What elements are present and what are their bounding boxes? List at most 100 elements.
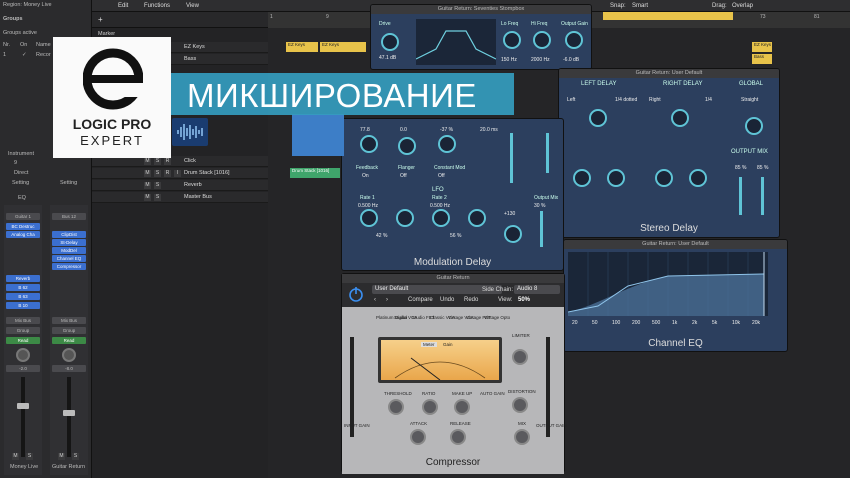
strip1-group[interactable]: Group — [6, 327, 40, 334]
compressor-plugin-window[interactable]: Guitar Return User Default Side Chain: A… — [341, 273, 567, 474]
right-source-value[interactable]: Right — [649, 97, 661, 103]
region-ezkeys[interactable]: EZ Keys — [320, 42, 366, 52]
stereo-delay-plugin-window[interactable]: Guitar Return: User Default LEFT DELAY R… — [558, 68, 780, 238]
output-mix-slider[interactable] — [540, 211, 543, 247]
solo-button[interactable]: S — [154, 158, 161, 165]
strip1-input-val[interactable]: 9 — [14, 160, 17, 166]
strip2-output[interactable]: Mix Bus — [52, 317, 86, 324]
channel-eq-plugin-window[interactable]: Guitar Return: User Default 20 50 100 20… — [563, 239, 788, 352]
strip1-send-4[interactable]: B 10 — [6, 302, 40, 309]
strip2-name-slot[interactable]: Bus 12 — [52, 213, 86, 220]
redo-button[interactable]: Redo — [464, 297, 478, 303]
power-icon[interactable] — [348, 286, 364, 302]
right-feedback-knob[interactable] — [655, 169, 673, 187]
drive-knob[interactable] — [381, 33, 399, 51]
strip2-automation[interactable]: Read — [52, 337, 86, 344]
stompbox-title[interactable]: Guitar Return: Seventies Stompbox — [371, 5, 591, 14]
region-ezkeys[interactable]: EZ Keys — [286, 42, 318, 52]
strip1-automation[interactable]: Read — [6, 337, 40, 344]
cycle-region[interactable] — [603, 12, 733, 20]
next-preset-button[interactable]: › — [386, 297, 388, 303]
track-row[interactable]: M S R I Drum Stack [1016] — [92, 168, 268, 179]
mute-button[interactable]: M — [144, 194, 151, 201]
strip2-plugin-3[interactable]: ModDel — [52, 247, 86, 254]
mute-button[interactable]: M — [144, 170, 151, 177]
release-knob[interactable] — [450, 429, 466, 445]
strip1-send-3[interactable]: B 63 — [6, 293, 40, 300]
lfo-rate1-knob[interactable] — [360, 209, 378, 227]
strip1-solo-button[interactable]: S — [26, 453, 33, 460]
snap-select[interactable]: Smart — [632, 3, 648, 9]
strip1-eq[interactable]: EQ — [18, 195, 26, 201]
strip2-group[interactable]: Group — [52, 327, 86, 334]
right-crossfeed-knob[interactable] — [689, 169, 707, 187]
moddel-delay-slider[interactable] — [510, 133, 513, 183]
compare-button[interactable]: Compare — [408, 297, 433, 303]
left-delay-knob[interactable] — [589, 109, 607, 127]
eq-curve-display[interactable] — [568, 252, 768, 316]
strip2-plugin-4[interactable]: Channel EQ — [52, 255, 86, 262]
record-button[interactable]: R — [164, 158, 171, 165]
group-row-check[interactable]: ✓ — [22, 52, 27, 58]
strip1-plugin-1[interactable]: BC Destruc — [6, 223, 40, 230]
input-monitor-button[interactable]: I — [174, 170, 181, 177]
strip2-volume[interactable]: -8.0 — [52, 365, 86, 372]
moddel-mix-knob[interactable] — [504, 225, 522, 243]
strip2-plugin-5[interactable]: Compressor — [52, 263, 86, 270]
left-note-value[interactable]: 1/4 dotted — [615, 97, 637, 103]
lo-freq-knob[interactable] — [503, 31, 521, 49]
moddel-off-button-2[interactable]: Off — [438, 173, 445, 179]
strip1-direct[interactable]: Direct — [14, 170, 28, 176]
attack-knob[interactable] — [410, 429, 426, 445]
undo-button[interactable]: Undo — [440, 297, 454, 303]
record-button[interactable]: R — [164, 170, 171, 177]
right-note-value[interactable]: 1/4 — [705, 97, 712, 103]
output-gain-knob[interactable] — [565, 31, 583, 49]
prev-preset-button[interactable]: ‹ — [374, 297, 376, 303]
strip1-volume[interactable]: -2.0 — [6, 365, 40, 372]
strip2-pan-knob[interactable] — [62, 348, 76, 362]
stereo-phase-knob[interactable] — [745, 117, 763, 135]
left-feedback-knob[interactable] — [573, 169, 591, 187]
strip1-setting[interactable]: Setting — [12, 180, 29, 186]
track-row[interactable]: M S Master Bus — [92, 192, 268, 203]
moddel-feedback-knob[interactable] — [360, 135, 378, 153]
side-chain-select[interactable]: Audio 8 — [514, 285, 560, 294]
strip2-plugin-2[interactable]: St-Delay — [52, 239, 86, 246]
solo-button[interactable]: S — [154, 182, 161, 189]
strip1-send-1[interactable]: Reverb — [6, 275, 40, 282]
solo-button[interactable]: S — [154, 194, 161, 201]
mode-vintage-opto[interactable]: Vintage Opto — [484, 315, 510, 320]
mute-button[interactable]: M — [144, 182, 151, 189]
strip1-send-2[interactable]: B 62 — [6, 284, 40, 291]
functions-menu[interactable]: Functions — [144, 3, 170, 9]
region-ezkeys[interactable]: EZ Keys — [752, 42, 772, 52]
lfo-rate2-knob[interactable] — [432, 209, 450, 227]
left-crossfeed-knob[interactable] — [607, 169, 625, 187]
groups-active-label[interactable]: Groups active — [3, 30, 37, 36]
strip1-pan-knob[interactable] — [16, 348, 30, 362]
channel-eq-title[interactable]: Guitar Return: User Default — [564, 240, 787, 249]
moddel-constmod-knob[interactable] — [438, 135, 456, 153]
strip1-name-slot[interactable]: Guitar 1 — [6, 213, 40, 220]
strip1-plugin-2[interactable]: Analog Cha — [6, 231, 40, 238]
meter-tab[interactable]: Meter — [421, 342, 437, 347]
strip1-output[interactable]: Mix Bus — [6, 317, 40, 324]
drag-select[interactable]: Overlap — [732, 3, 753, 9]
groups-header[interactable]: Groups — [3, 16, 23, 22]
group-row-name[interactable]: Recor — [36, 52, 51, 58]
stereo-delay-title[interactable]: Guitar Return: User Default — [559, 69, 779, 78]
moddel-off-button-1[interactable]: Off — [400, 173, 407, 179]
add-track-icon[interactable]: + — [98, 15, 103, 24]
strip1-instrument[interactable]: Instrument — [8, 151, 34, 157]
strip2-fader-handle[interactable] — [63, 410, 75, 416]
compressor-title[interactable]: Guitar Return — [342, 274, 564, 283]
left-source-value[interactable]: Left — [567, 97, 575, 103]
region-label[interactable]: Region: Money Live — [3, 2, 52, 8]
selected-region[interactable] — [292, 114, 344, 156]
track-row[interactable]: M S Reverb — [92, 180, 268, 191]
stompbox-plugin-window[interactable]: Guitar Return: Seventies Stompbox Drive … — [370, 4, 592, 70]
region-drumstack[interactable]: Drum Stack [1016] — [290, 168, 340, 178]
strip2-setting[interactable]: Setting — [60, 180, 77, 186]
distortion-knob[interactable] — [512, 397, 528, 413]
